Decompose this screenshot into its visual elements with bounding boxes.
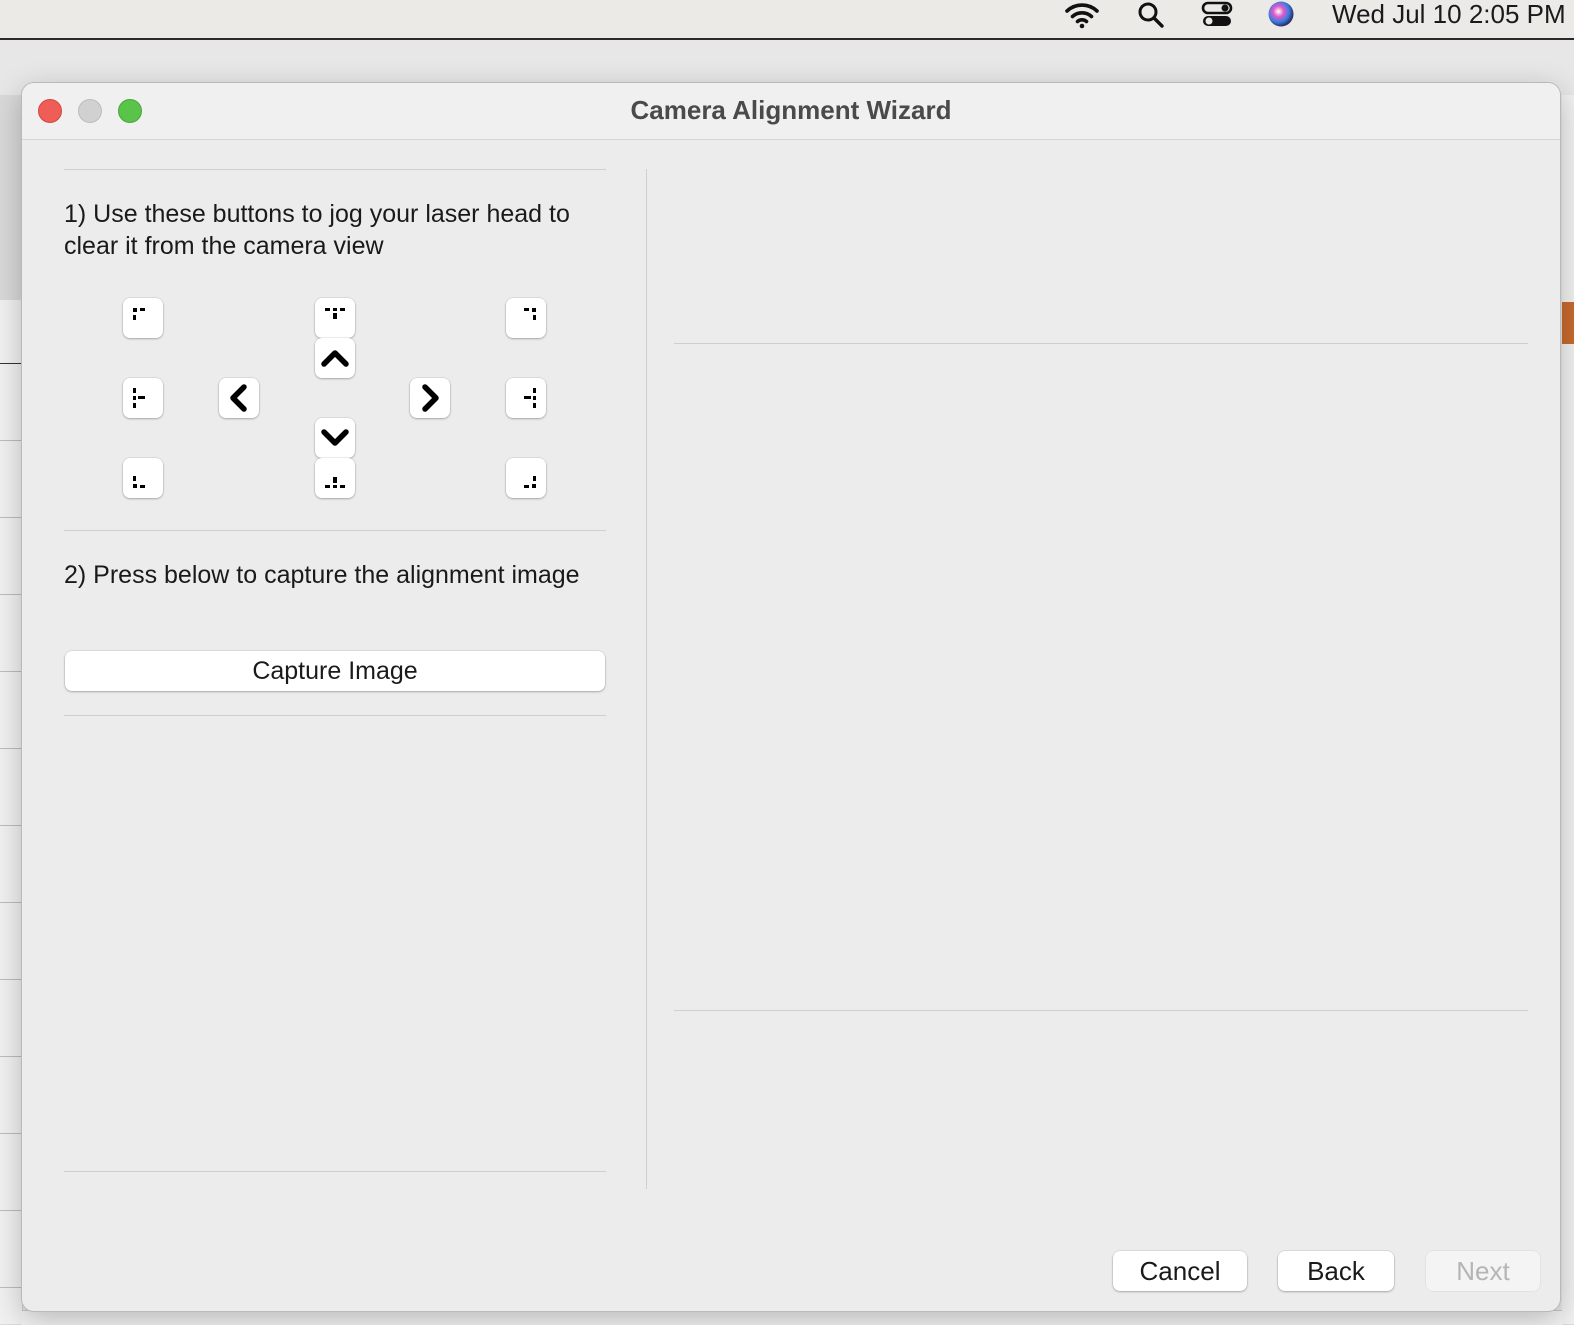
background-app-right-edge	[1562, 95, 1574, 1324]
camera-view-bottom-border	[674, 1010, 1528, 1011]
step2-instructions: 2) Press below to capture the alignment …	[64, 561, 580, 589]
siri-icon[interactable]	[1265, 0, 1297, 30]
next-button[interactable]: Next	[1426, 1251, 1540, 1291]
jog-down-button[interactable]	[315, 418, 355, 458]
camera-alignment-wizard-window: Camera Alignment Wizard 1) Use these but…	[22, 83, 1560, 1311]
jog-up-button[interactable]	[315, 338, 355, 378]
corner-top-right-icon	[524, 308, 536, 320]
jog-bottom-left-button[interactable]	[123, 458, 163, 498]
jog-middle-right-button[interactable]	[506, 378, 546, 418]
divider	[64, 715, 606, 716]
chevron-right-icon	[422, 384, 439, 412]
divider	[64, 1171, 606, 1172]
jog-top-center-button[interactable]	[315, 298, 355, 338]
edge-right-icon	[524, 388, 536, 408]
chevron-left-icon	[230, 384, 247, 412]
chevron-up-icon	[321, 350, 349, 367]
window-title: Camera Alignment Wizard	[630, 95, 952, 125]
divider	[64, 169, 606, 170]
chevron-down-icon	[321, 429, 349, 446]
search-icon[interactable]	[1136, 0, 1166, 30]
jog-left-button[interactable]	[219, 378, 259, 418]
corner-bottom-right-icon	[524, 476, 536, 488]
jog-middle-left-button[interactable]	[123, 378, 163, 418]
minimize-window-button[interactable]	[78, 99, 102, 123]
jog-bottom-right-button[interactable]	[506, 458, 546, 498]
cancel-button[interactable]: Cancel	[1113, 1251, 1247, 1291]
edge-left-icon	[133, 388, 145, 408]
jog-top-left-button[interactable]	[123, 298, 163, 338]
step1-instructions: 1) Use these buttons to jog your laser h…	[64, 200, 570, 260]
control-center-icon[interactable]	[1200, 0, 1234, 30]
zoom-window-button[interactable]	[118, 99, 142, 123]
capture-image-button[interactable]: Capture Image	[65, 651, 605, 691]
jog-right-button[interactable]	[410, 378, 450, 418]
corner-top-left-icon	[133, 308, 145, 320]
camera-preview-area	[674, 344, 1528, 1010]
jog-bottom-center-button[interactable]	[315, 458, 355, 498]
edge-top-icon	[325, 308, 345, 319]
edge-bottom-icon	[325, 477, 345, 488]
menu-bar-clock[interactable]: Wed Jul 10 2:05 PM	[1332, 0, 1566, 28]
divider	[64, 530, 606, 531]
title-bar[interactable]: Camera Alignment Wizard	[22, 83, 1560, 140]
corner-bottom-left-icon	[133, 476, 145, 488]
panel-divider	[646, 169, 647, 1189]
jog-top-right-button[interactable]	[506, 298, 546, 338]
wifi-icon[interactable]	[1063, 0, 1101, 30]
menu-bar: Wed Jul 10 2:05 PM	[0, 0, 1574, 40]
back-button[interactable]: Back	[1278, 1251, 1394, 1291]
close-window-button[interactable]	[38, 99, 62, 123]
